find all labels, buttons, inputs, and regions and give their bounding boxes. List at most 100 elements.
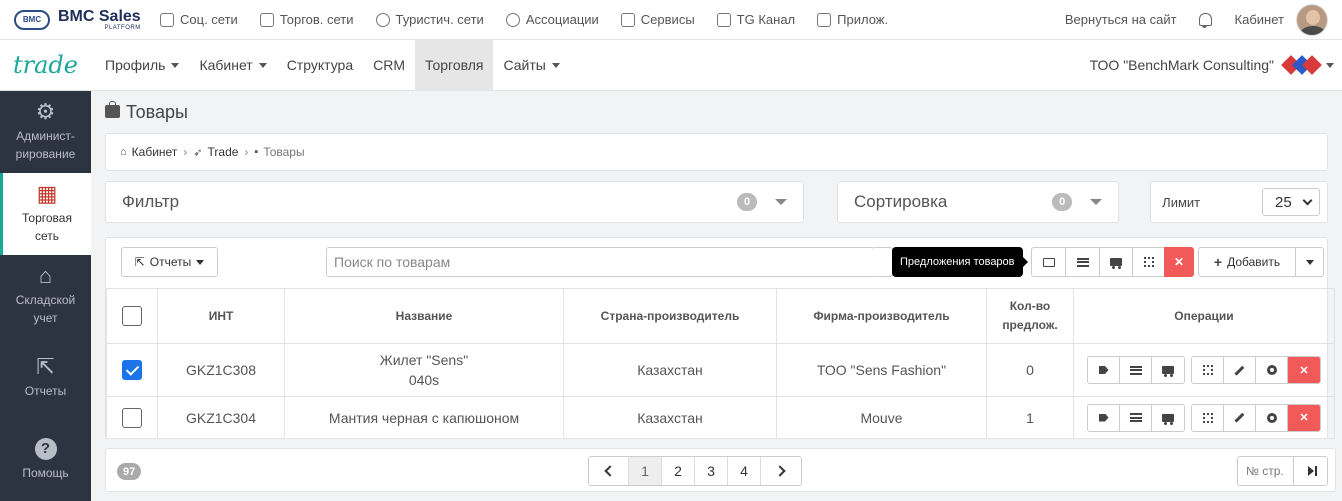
select-all-checkbox[interactable] xyxy=(122,306,142,326)
search-input[interactable]: Поиск по товарам xyxy=(326,247,874,277)
sidebar-item-warehouse[interactable]: ⌂ Складской учет xyxy=(0,255,91,337)
edit-button[interactable] xyxy=(1224,357,1256,383)
skip-forward-icon xyxy=(1307,466,1317,476)
qr-button[interactable] xyxy=(1132,247,1165,277)
delivery-button[interactable] xyxy=(1152,404,1184,431)
qr-button[interactable] xyxy=(1192,404,1224,431)
gear-icon xyxy=(1266,412,1277,423)
qr-button[interactable] xyxy=(1192,357,1224,383)
settings-button[interactable] xyxy=(1256,404,1288,431)
org-name: ТОО "BenchMark Consulting" xyxy=(1089,57,1274,73)
column-header-int[interactable]: ИНТ xyxy=(157,288,285,344)
page-number-input[interactable]: № стр. xyxy=(1238,457,1294,485)
nav-sites[interactable]: Сайты xyxy=(493,40,569,90)
sidebar-item-trade-network[interactable]: ▦ Торговая сеть xyxy=(0,173,91,255)
topnav-services[interactable]: Сервисы xyxy=(620,12,695,27)
row-checkbox[interactable] xyxy=(122,360,142,380)
org-logo-icon xyxy=(1281,54,1322,76)
nav-cabinet[interactable]: Кабинет xyxy=(189,40,276,90)
add-button[interactable]: + Добавить xyxy=(1198,247,1296,277)
sidebar-item-label: Складской xyxy=(15,293,76,308)
globe-icon xyxy=(505,12,520,27)
sidebar-item-label: Торговая xyxy=(22,211,72,226)
nav-structure-label: Структура xyxy=(286,57,354,73)
page-1-button[interactable]: 1 xyxy=(629,457,662,485)
sort-panel[interactable]: Сортировка 0 xyxy=(837,181,1120,223)
go-to-page-button[interactable] xyxy=(1294,457,1327,485)
store-icon: ▦ xyxy=(36,181,58,207)
column-header-country[interactable]: Страна-производитель xyxy=(563,288,777,344)
list-icon xyxy=(1129,365,1142,375)
plus-icon: + xyxy=(1213,254,1223,270)
reports-button[interactable]: ⇱ Отчеты xyxy=(121,247,218,277)
prev-page-button[interactable] xyxy=(589,457,629,485)
breadcrumb-trade[interactable]: Trade xyxy=(208,145,239,159)
nav-trade[interactable]: Торговля xyxy=(415,40,494,90)
sidebar-item-admin[interactable]: ⚙ Админист- рирование xyxy=(0,91,91,173)
topnav-tourism[interactable]: Туристич. сети xyxy=(375,12,484,27)
cell-name: Мантия черная с капюшоном xyxy=(284,396,564,439)
cart-icon xyxy=(259,12,274,27)
nav-structure[interactable]: Структура xyxy=(277,40,363,90)
back-to-site-link[interactable]: Вернуться на сайт xyxy=(1065,12,1177,27)
caret-down-icon xyxy=(171,62,180,68)
topnav-tg-label: TG Канал xyxy=(736,12,796,27)
pencil-icon xyxy=(1234,365,1245,375)
sidebar-item-reports[interactable]: ⇱ Отчеты xyxy=(0,337,91,419)
column-header-name[interactable]: Название xyxy=(284,288,564,344)
nav-profile[interactable]: Профиль xyxy=(95,40,189,90)
delete-button[interactable]: ✕ xyxy=(1288,357,1320,383)
tag-button[interactable] xyxy=(1088,357,1120,383)
page-2-button[interactable]: 2 xyxy=(662,457,695,485)
topnav-social[interactable]: Соц. сети xyxy=(160,12,238,27)
products-table: ИНТ Название Страна-производитель Фирма-… xyxy=(106,288,1335,439)
sidebar-item-label: Помощь xyxy=(22,465,69,480)
list-button[interactable] xyxy=(1120,404,1152,431)
sidebar-item-help[interactable]: ? Помощь xyxy=(0,419,91,501)
image-view-button[interactable] xyxy=(1031,247,1066,277)
settings-button[interactable] xyxy=(1256,357,1288,383)
column-header-offers[interactable]: Кол-во предлож. xyxy=(986,288,1074,344)
limit-panel: Лимит 25 xyxy=(1150,181,1328,223)
limit-select[interactable]: 25 xyxy=(1262,188,1320,216)
search-button[interactable] xyxy=(873,247,893,277)
delivery-button[interactable] xyxy=(1099,247,1133,277)
org-switcher[interactable]: ТОО "BenchMark Consulting" xyxy=(1090,40,1342,90)
topnav-apps-label: Прилож. xyxy=(837,12,889,27)
topnav-associations[interactable]: Ассоциации xyxy=(505,12,599,27)
filter-panel[interactable]: Фильтр 0 xyxy=(105,181,805,223)
list-button[interactable] xyxy=(1120,357,1152,383)
add-dropdown-button[interactable] xyxy=(1295,247,1324,277)
caret-down-icon xyxy=(551,62,560,68)
topnav-apps[interactable]: Прилож. xyxy=(817,12,888,27)
nav-crm[interactable]: CRM xyxy=(363,40,415,90)
edit-button[interactable] xyxy=(1224,404,1256,431)
table-row: GKZ1C308 Жилет "Sens" 040s Казахстан ТОО … xyxy=(106,343,1335,397)
bell-icon[interactable] xyxy=(1197,12,1213,28)
topnav-tg[interactable]: TG Канал xyxy=(716,12,796,27)
nav-sites-label: Сайты xyxy=(503,57,546,73)
select-all-cell xyxy=(106,288,158,344)
nav-profile-label: Профиль xyxy=(105,57,166,73)
delivery-button[interactable] xyxy=(1152,357,1184,383)
sidebar-item-label: Отчеты xyxy=(24,383,67,398)
column-header-firm[interactable]: Фирма-производитель xyxy=(776,288,987,344)
cell-country: Казахстан xyxy=(563,343,777,397)
cell-offers: 0 xyxy=(986,343,1074,397)
delete-button[interactable]: ✕ xyxy=(1288,404,1320,431)
brand[interactable]: BMC BMC Sales PLATFORM xyxy=(0,8,160,31)
truck-icon xyxy=(1162,413,1174,425)
trade-logo[interactable]: trade xyxy=(0,40,91,90)
tag-button[interactable] xyxy=(1088,404,1120,431)
cabinet-link[interactable]: Кабинет xyxy=(1235,12,1284,27)
page-4-button[interactable]: 4 xyxy=(728,457,761,485)
list-view-button[interactable] xyxy=(1065,247,1100,277)
topnav-retail[interactable]: Торгов. сети xyxy=(259,12,354,27)
avatar[interactable] xyxy=(1296,3,1328,36)
page-3-button[interactable]: 3 xyxy=(695,457,728,485)
delete-selected-button[interactable]: ✕ xyxy=(1164,247,1194,277)
breadcrumb-cabinet[interactable]: Кабинет xyxy=(132,145,178,159)
row-checkbox[interactable] xyxy=(122,407,142,428)
next-page-button[interactable] xyxy=(761,457,801,485)
send-icon xyxy=(716,12,731,27)
